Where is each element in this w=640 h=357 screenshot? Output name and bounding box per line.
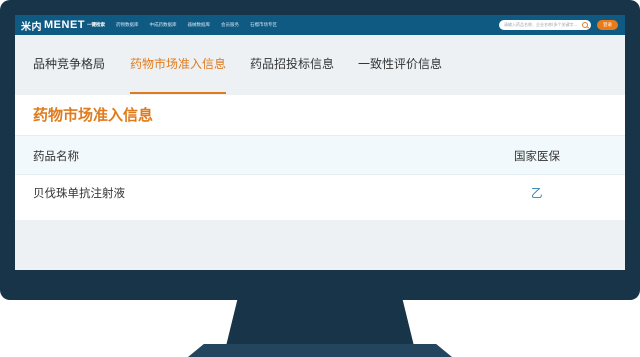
active-tab-indicator bbox=[130, 92, 226, 94]
cell-drug-name: 贝伐珠单抗注射液 bbox=[33, 186, 125, 200]
nav-link-market-zone[interactable]: 石榴市场专区 bbox=[250, 22, 277, 28]
column-header-national-insurance: 国家医保 bbox=[514, 149, 560, 163]
tab-competition-landscape[interactable]: 品种竞争格局 bbox=[33, 55, 105, 72]
top-nav-bar: 米内 MENET 一键检索 药物数据库 中成药数据库 器械数据库 会员服务 石榴… bbox=[15, 15, 625, 35]
logo-text: MENET bbox=[44, 19, 85, 31]
nav-link-search-all[interactable]: 一键检索 bbox=[87, 22, 105, 28]
market-access-panel: 药物市场准入信息 药品名称 国家医保 贝伐珠单抗注射液 乙 bbox=[15, 95, 625, 220]
login-button[interactable]: 登录 bbox=[597, 20, 618, 30]
tab-market-access[interactable]: 药物市场准入信息 bbox=[130, 55, 226, 72]
tab-bidding-info[interactable]: 药品招投标信息 bbox=[250, 55, 334, 72]
monitor-stand-neck bbox=[226, 300, 414, 346]
search-input[interactable]: 请输入药品名称、企业名称(多个关键字... bbox=[499, 20, 591, 30]
site-logo[interactable]: 米内 MENET bbox=[21, 18, 85, 33]
table-header: 药品名称 国家医保 bbox=[15, 135, 625, 175]
screen: 米内 MENET 一键检索 药物数据库 中成药数据库 器械数据库 会员服务 石榴… bbox=[15, 15, 625, 270]
nav-link-drug-db[interactable]: 药物数据库 bbox=[116, 22, 139, 28]
tab-bar: 品种竞争格局 药物市场准入信息 药品招投标信息 一致性评价信息 bbox=[15, 35, 625, 95]
monitor-frame: 米内 MENET 一键检索 药物数据库 中成药数据库 器械数据库 会员服务 石榴… bbox=[0, 0, 640, 300]
nav-links: 一键检索 药物数据库 中成药数据库 器械数据库 会员服务 石榴市场专区 bbox=[87, 15, 288, 35]
section-title: 药物市场准入信息 bbox=[33, 106, 154, 124]
cell-insurance-class[interactable]: 乙 bbox=[531, 185, 543, 201]
nav-link-tcm-db[interactable]: 中成药数据库 bbox=[150, 22, 177, 28]
monitor-stand-base bbox=[188, 344, 452, 357]
nav-link-device-db[interactable]: 器械数据库 bbox=[188, 22, 211, 28]
nav-link-member[interactable]: 会员服务 bbox=[221, 22, 239, 28]
column-header-drug-name: 药品名称 bbox=[33, 149, 79, 163]
tab-consistency-evaluation[interactable]: 一致性评价信息 bbox=[358, 55, 442, 72]
search-icon[interactable] bbox=[582, 22, 588, 28]
search-placeholder: 请输入药品名称、企业名称(多个关键字... bbox=[504, 22, 578, 27]
table-row: 贝伐珠单抗注射液 乙 bbox=[15, 174, 625, 212]
logo-mark-icon: 米内 bbox=[21, 21, 42, 33]
